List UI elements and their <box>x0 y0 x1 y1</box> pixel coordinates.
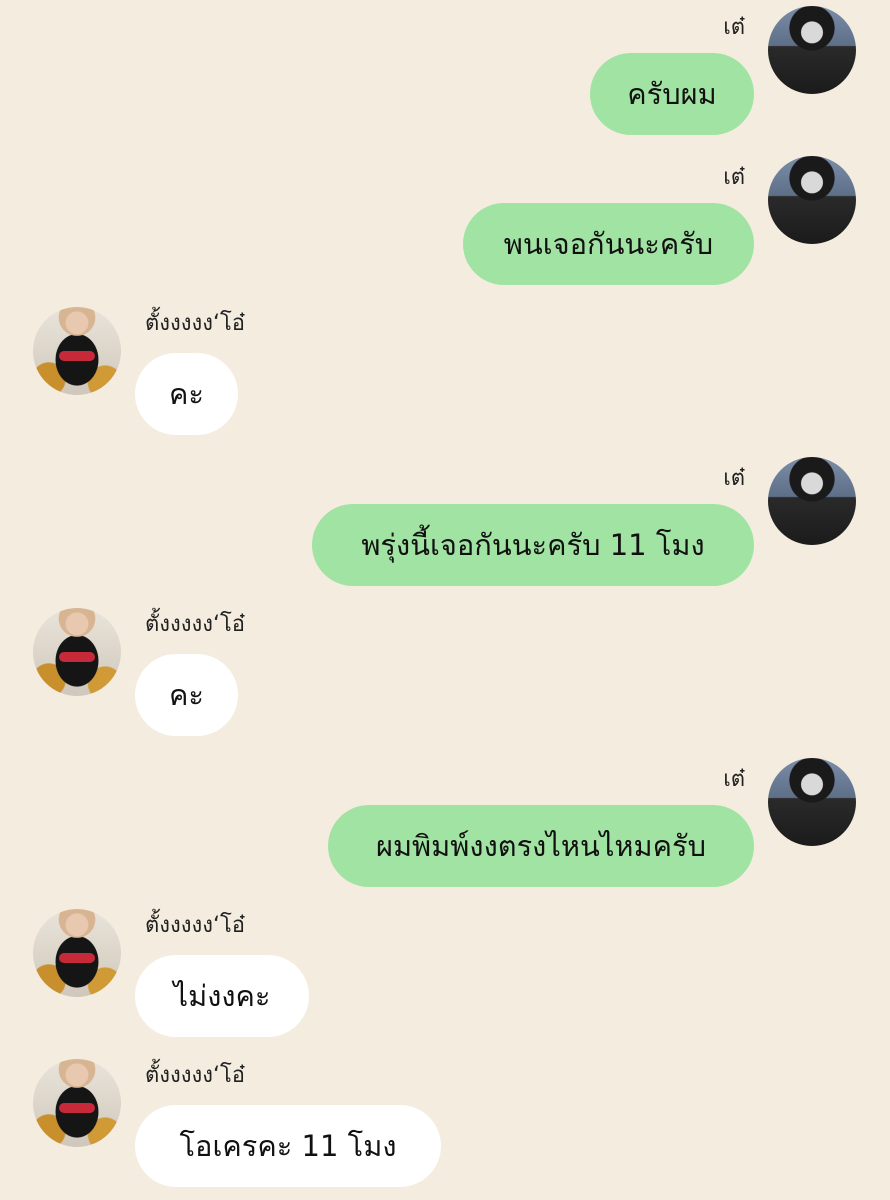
sender-name: ตั้งงงงง‘โอ๋ <box>145 612 246 637</box>
sender-name: เต๋ <box>723 466 745 491</box>
avatar[interactable] <box>768 758 856 846</box>
outgoing-message-bubble[interactable]: ครับผม <box>590 53 754 135</box>
avatar[interactable] <box>33 307 121 395</box>
incoming-message-bubble[interactable]: คะ <box>135 353 238 435</box>
avatar[interactable] <box>768 156 856 244</box>
sender-name: เต๋ <box>723 165 745 190</box>
avatar[interactable] <box>33 1059 121 1147</box>
sender-name: เต๋ <box>723 15 745 40</box>
sender-name: เต๋ <box>723 767 745 792</box>
outgoing-message-bubble[interactable]: พรุ่งนี้เจอกันนะครับ 11 โมง <box>312 504 754 586</box>
incoming-message-bubble[interactable]: ไม่งงคะ <box>135 955 309 1037</box>
sender-name: ตั้งงงงง‘โอ๋ <box>145 1063 246 1088</box>
outgoing-message-bubble[interactable]: ผมพิมพ์งงตรงไหนไหมครับ <box>328 805 754 887</box>
avatar[interactable] <box>768 457 856 545</box>
avatar[interactable] <box>768 6 856 94</box>
sender-name: ตั้งงงงง‘โอ๋ <box>145 913 246 938</box>
avatar[interactable] <box>33 608 121 696</box>
incoming-message-bubble[interactable]: โอเครคะ 11 โมง <box>135 1105 441 1187</box>
sender-name: ตั้งงงงง‘โอ๋ <box>145 311 246 336</box>
outgoing-message-bubble[interactable]: พนเจอกันนะครับ <box>463 203 754 285</box>
incoming-message-bubble[interactable]: คะ <box>135 654 238 736</box>
avatar[interactable] <box>33 909 121 997</box>
